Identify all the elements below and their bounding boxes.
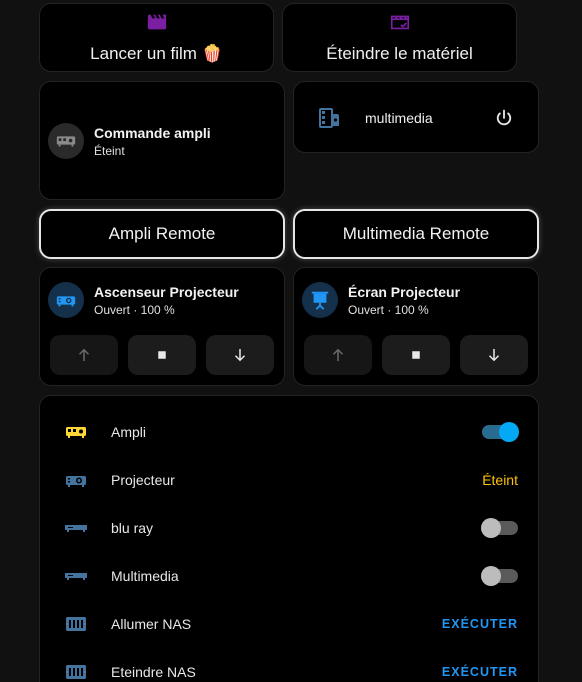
multimedia-toggle[interactable]	[481, 565, 518, 587]
projector-screen-icon[interactable]	[302, 282, 338, 318]
entity-label[interactable]: Projecteur	[111, 472, 482, 488]
cover-stop-button[interactable]	[382, 335, 450, 375]
tile-title: Écran Projecteur	[348, 283, 461, 300]
entity-label[interactable]: Eteindre NAS	[111, 664, 442, 680]
set-top-box-icon	[64, 564, 88, 588]
tile-title: multimedia	[365, 110, 433, 126]
cover-tile-ecran-projecteur: Écran Projecteur Ouvert · 100 %	[293, 267, 539, 386]
scene-button-eteindre-le-materiel[interactable]: Éteindre le matériel	[282, 3, 517, 72]
arrow-up-icon	[78, 348, 90, 361]
tile-title: Commande ampli	[94, 124, 211, 141]
scene-label: Éteindre le matériel	[326, 44, 473, 63]
cover-tile-ascenseur-projecteur: Ascenseur Projecteur Ouvert · 100 %	[39, 267, 285, 386]
nas-icon	[64, 660, 88, 682]
entity-row-projecteur: Projecteur Éteint	[64, 456, 518, 504]
movie-clapper-icon	[146, 11, 168, 38]
stop-icon	[412, 351, 420, 359]
execute-button[interactable]: EXÉCUTER	[442, 665, 518, 679]
entities-card: Ampli Projecteur Éteint blu ray Multimed…	[39, 395, 539, 682]
media-remote-icon	[318, 106, 342, 135]
tile-state: Ouvert · 100 %	[348, 302, 429, 317]
entity-row-ampli: Ampli	[64, 408, 519, 456]
scene-label: Lancer un film 🍿	[90, 44, 223, 63]
tile-title: Ascenseur Projecteur	[94, 283, 239, 300]
blu-ray-toggle[interactable]	[481, 517, 518, 539]
arrow-up-icon	[332, 348, 344, 361]
cover-close-button[interactable]	[206, 335, 274, 375]
entity-label[interactable]: blu ray	[111, 520, 482, 536]
execute-button[interactable]: EXÉCUTER	[442, 617, 518, 631]
cover-close-button[interactable]	[460, 335, 528, 375]
ampli-toggle[interactable]	[482, 421, 519, 443]
entity-row-eteindre-nas: Eteindre NAS EXÉCUTER	[64, 648, 518, 682]
cover-open-button[interactable]	[50, 335, 118, 375]
cover-stop-button[interactable]	[128, 335, 196, 375]
multimedia-tile[interactable]: multimedia	[293, 81, 539, 153]
amplifier-icon	[48, 123, 84, 159]
projector-icon	[64, 468, 88, 492]
ampli-command-tile[interactable]: Commande ampli Éteint	[39, 81, 285, 200]
entity-label[interactable]: Multimedia	[111, 568, 482, 584]
remote-label: Multimedia Remote	[342, 224, 490, 243]
tile-state: Ouvert · 100 %	[94, 302, 175, 317]
remote-label: Ampli Remote	[108, 224, 216, 243]
nas-icon	[64, 612, 88, 636]
projector-state: Éteint	[482, 472, 518, 488]
multimedia-remote-button[interactable]: Multimedia Remote	[293, 209, 539, 259]
movie-off-check-icon	[389, 11, 411, 38]
entity-row-allumer-nas: Allumer NAS EXÉCUTER	[64, 600, 518, 648]
entity-row-multimedia: Multimedia	[64, 552, 518, 600]
amplifier-icon	[64, 420, 88, 444]
stop-icon	[158, 351, 166, 359]
entity-row-blu-ray: blu ray	[64, 504, 518, 552]
projector-icon[interactable]	[48, 282, 84, 318]
power-icon[interactable]	[494, 108, 514, 133]
cover-open-button[interactable]	[304, 335, 372, 375]
entity-label[interactable]: Allumer NAS	[111, 616, 442, 632]
entity-label[interactable]: Ampli	[111, 424, 482, 440]
tile-state: Éteint	[94, 143, 125, 158]
set-top-box-icon	[64, 516, 88, 540]
ampli-remote-button[interactable]: Ampli Remote	[39, 209, 285, 259]
scene-button-lancer-un-film[interactable]: Lancer un film 🍿	[39, 3, 274, 72]
arrow-down-icon	[234, 349, 246, 362]
arrow-down-icon	[488, 349, 500, 362]
